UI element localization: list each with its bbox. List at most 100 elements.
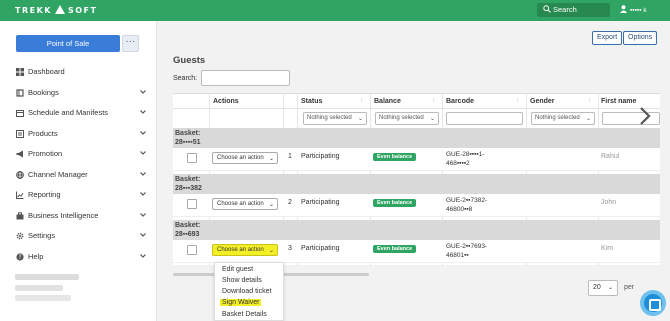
row-checkbox[interactable] [187, 245, 197, 255]
sort-icon[interactable]: ↕ [432, 98, 435, 104]
chevron-down-icon [140, 253, 146, 258]
menu-item-edit-guest[interactable]: Edit guest [222, 266, 253, 273]
row-number: 1 [288, 153, 292, 160]
table-row: Choose an action ⌄ 1 Participating Even b… [173, 148, 660, 171]
filter-value: Nothing selected [535, 115, 580, 121]
table-row: Choose an action ⌄ 3 Participating Even b… [173, 240, 660, 263]
sidebar-item-label: Settings [28, 231, 56, 240]
chevron-down-icon [140, 110, 146, 114]
row-number: 3 [288, 245, 292, 252]
logo-mark-icon [54, 5, 65, 14]
barcode-line: GUE-28▪▪▪▪1- [446, 151, 485, 158]
filter-value: Nothing selected [307, 115, 352, 121]
chevron-down-icon [140, 130, 146, 135]
row-number: 2 [288, 199, 292, 206]
first-name-cell: Kim [601, 245, 614, 252]
products-icon [16, 129, 24, 138]
sidebar-item-schedule[interactable]: Schedule and Manifests [0, 103, 157, 124]
action-select[interactable]: Choose an action ⌄ [212, 152, 278, 164]
options-button[interactable]: Options [623, 31, 658, 45]
sidebar-item-help[interactable]: ? Help [0, 247, 157, 268]
basket-label: Basket: [175, 130, 201, 137]
more-options-button[interactable]: ··· [122, 35, 139, 52]
chevron-down-icon [140, 89, 146, 94]
column-header-barcode[interactable]: Barcode [446, 98, 474, 105]
calendar-icon [16, 110, 24, 117]
sidebar-item-bookings[interactable]: Bookings [0, 83, 157, 104]
row-checkbox[interactable] [187, 153, 197, 163]
page-size-value: 20 [593, 284, 601, 291]
search-label: Search [553, 5, 577, 14]
action-select-value: Choose an action [217, 201, 264, 207]
sidebar-item-label: Help [28, 251, 44, 261]
sidebar-item-business-intelligence[interactable]: Business Intelligence [0, 206, 157, 227]
chevron-down-icon: ⌄ [268, 248, 274, 254]
user-icon [620, 5, 627, 13]
menu-item-show-details[interactable]: Show details [222, 277, 262, 284]
action-select[interactable]: Choose an action ⌄ [212, 198, 278, 210]
action-select[interactable]: Choose an action ⌄ [212, 244, 278, 256]
chevron-down-icon: ⌄ [268, 202, 274, 208]
sidebar-item-label: Schedule and Manifests [28, 108, 109, 117]
menu-item-sign-waiver[interactable]: Sign Waiver [220, 299, 262, 306]
barcode-line: GUE-2▪▪7382- [446, 197, 488, 204]
column-header-balance[interactable]: Balance [374, 98, 401, 105]
column-header-actions[interactable]: Actions [213, 98, 239, 105]
page-size-select[interactable]: 20 ⌄ [588, 280, 618, 296]
balance-badge: Even balance [373, 153, 417, 161]
globe-icon [16, 170, 24, 179]
logo[interactable]: TREKK SOFT [15, 5, 97, 15]
sort-icon[interactable]: ↕ [588, 98, 591, 104]
barcode-cell: GUE-28▪▪▪▪1- 468▪▪▪▪2 [446, 150, 484, 168]
barcode-line: 468▪▪▪▪2 [446, 160, 470, 167]
sidebar-menu: Dashboard Bookings Schedule and Manifest… [0, 62, 157, 267]
top-bar: TREKK SOFT Search ▪▪▪▪▪ k [0, 0, 670, 21]
chevron-down-icon [140, 192, 146, 196]
sidebar-item-promotion[interactable]: Promotion [0, 144, 157, 165]
column-header-first-name[interactable]: First name [601, 98, 636, 105]
action-select-value: Choose an action [217, 155, 264, 161]
point-of-sale-button[interactable]: Point of Sale [16, 35, 120, 52]
sort-icon[interactable]: ↕ [516, 98, 519, 104]
basket-group-row: Basket: 28▪▪693 [173, 220, 660, 240]
barcode-line: 46801▪▪ [446, 252, 469, 259]
chevron-down-icon: ⌄ [607, 285, 613, 291]
redacted-company-detail [15, 285, 63, 291]
sidebar-item-dashboard[interactable]: Dashboard [0, 62, 157, 83]
chevron-down-icon [140, 151, 146, 155]
redacted-company-detail [15, 295, 71, 301]
table-header: Actions Status ↕ Balance ↕ Barcode ↕ Gen… [173, 94, 660, 109]
export-button[interactable]: Export [592, 31, 623, 45]
basket-label: Basket: [175, 176, 201, 183]
status-filter[interactable]: Nothing selected ⌄ [303, 112, 367, 125]
table-row: Choose an action ⌄ 2 Participating Even b… [173, 194, 660, 217]
row-checkbox[interactable] [187, 199, 197, 209]
global-search[interactable]: Search [537, 3, 610, 17]
user-menu[interactable]: ▪▪▪▪▪ k [620, 5, 647, 14]
gender-filter[interactable]: Nothing selected ⌄ [531, 112, 595, 125]
sidebar-item-label: Business Intelligence [28, 210, 99, 220]
chevron-down-icon [140, 212, 146, 217]
search-input[interactable] [201, 70, 290, 86]
chevron-down-icon: ⌄ [268, 156, 274, 162]
briefcase-icon [16, 211, 24, 219]
chat-bubble-icon[interactable] [640, 290, 666, 316]
basket-label: Basket: [175, 222, 201, 229]
column-header-gender[interactable]: Gender [530, 98, 555, 105]
first-name-filter-input[interactable] [602, 112, 660, 125]
menu-item-download-ticket[interactable]: Download ticket [222, 288, 271, 295]
chart-icon [16, 191, 24, 199]
column-header-status[interactable]: Status [301, 98, 322, 105]
sidebar-item-channel-manager[interactable]: Channel Manager [0, 165, 157, 186]
menu-item-basket-details[interactable]: Basket Details [222, 311, 267, 318]
balance-filter[interactable]: Nothing selected ⌄ [375, 112, 439, 125]
per-page-label: per [624, 284, 635, 291]
gear-icon [16, 232, 24, 240]
sidebar-item-products[interactable]: Products [0, 124, 157, 145]
sidebar-item-reporting[interactable]: Reporting [0, 185, 157, 206]
sidebar-item-settings[interactable]: Settings [0, 226, 157, 247]
barcode-filter-input[interactable] [446, 112, 523, 125]
scroll-right-arrow-icon[interactable] [639, 107, 651, 125]
sort-icon[interactable]: ↕ [360, 98, 363, 104]
sidebar-item-label: Reporting [28, 190, 61, 199]
